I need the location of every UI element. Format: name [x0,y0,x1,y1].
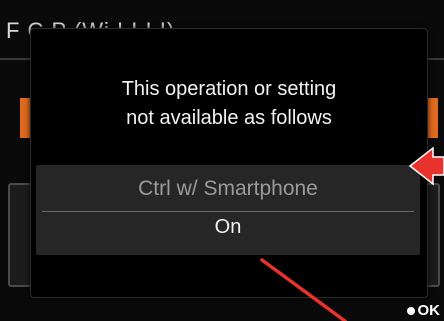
ok-label: OK [417,302,441,319]
ok-hint: OK [406,302,441,319]
dialog-message-line-2: not available as follows [126,107,332,129]
conflicting-setting-box: Ctrl w/ Smartphone On [36,165,420,255]
dialog-message-line-1: This operation or setting [121,78,337,100]
unavailable-dialog: This operation or setting not available … [30,28,428,298]
dialog-message: This operation or setting not available … [31,75,427,133]
camera-screen: F C P (Wi I I I I) OK This operation or … [0,0,444,321]
ok-button-icon [406,307,415,316]
background-selection-marker-left [20,98,30,138]
background-selection-marker-right [428,98,438,138]
setting-name: Ctrl w/ Smartphone [138,177,318,200]
setting-value: On [214,216,242,238]
setting-divider [42,211,414,212]
